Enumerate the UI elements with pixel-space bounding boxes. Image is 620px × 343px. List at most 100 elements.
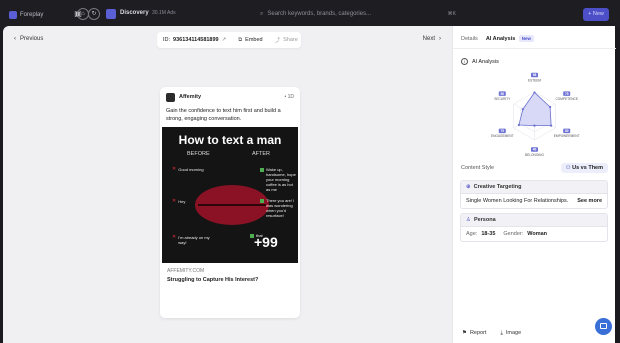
chevron-left-icon: ‹ (14, 36, 16, 42)
creative-targeting-value: Single Women Looking For Relationships. (466, 198, 569, 204)
search-shortcut: ⌘K (447, 11, 456, 17)
chat-icon (600, 323, 607, 329)
radar-axis-label: BELONGING (525, 153, 544, 157)
share-button[interactable]: Share (283, 37, 298, 43)
search-bar[interactable]: ⌕ Search keywords, brands, categories...… (255, 8, 461, 20)
persona-card: ♙ Persona Age: 18-35 Gender: Woman (460, 213, 608, 242)
creative-targeting-header: ⊕ Creative Targeting (461, 181, 607, 194)
radar-point (533, 91, 536, 94)
after-item-text: Wake up, handsome, hope your morning cof… (266, 167, 296, 192)
radar-axis-label: ESTEEM (528, 78, 541, 82)
after-item: There you are! I was wondering when you'… (260, 198, 296, 218)
ai-analysis-heading: i AI Analysis (461, 58, 499, 65)
radar-value-label: 75 (565, 92, 569, 96)
previous-button[interactable]: ‹ Previous (14, 36, 43, 42)
after-item-text: There you are! I was wondering when you'… (266, 198, 295, 218)
ad-domain: AFFEMITY.COM (167, 268, 205, 274)
before-item-text: Hey (178, 199, 186, 204)
ad-creative-image[interactable]: How to text a man BEFORE AFTER ✕ Good mo… (162, 127, 298, 263)
content-style-value: Us vs Them (572, 165, 603, 171)
embed-button[interactable]: Embed (245, 37, 262, 43)
advertiser-avatar (166, 92, 175, 102)
radar-value-label: 40 (533, 148, 537, 152)
radar-value-label: 56 (501, 92, 505, 96)
gender-label: Gender: (503, 231, 524, 237)
tab-ai-label: AI Analysis (485, 36, 516, 42)
age-value: 18-35 (481, 231, 496, 237)
before-item-text: Good morning (178, 167, 204, 172)
search-icon: ⌕ (260, 10, 264, 17)
new-badge: New (518, 35, 535, 42)
breadcrumb-title[interactable]: Discovery (120, 10, 149, 16)
before-item: ✕ Good morning (172, 167, 212, 173)
panel-footer: ⚑ Report ⤓ Image (453, 323, 616, 343)
ad-header: Affemity • 1D (166, 92, 294, 102)
next-label: Next (422, 36, 435, 42)
radar-point (521, 108, 524, 111)
persona-body: Age: 18-35 Gender: Woman (461, 227, 607, 241)
ad-headline: Struggling to Capture His Interest? (167, 277, 259, 283)
content-style-label: Content Style (461, 165, 495, 171)
radar-axis-label: EMPOWERMENT (554, 134, 580, 138)
id-label: ID: (163, 37, 171, 43)
analysis-panel: Details AI Analysis New i AI Analysis 98… (452, 26, 616, 343)
download-image-button[interactable]: ⤓ Image (500, 330, 521, 337)
more-images-count[interactable]: +99 (254, 234, 278, 250)
ad-card[interactable]: Affemity • 1D Gain the confidence to tex… (160, 87, 300, 318)
breadcrumb-count: 30.1M Ads (152, 10, 176, 16)
content-style-row: Content Style ⚇ Us vs Them (461, 162, 608, 174)
radar-point (517, 123, 521, 127)
radar-point (548, 105, 552, 109)
radar-point (550, 124, 553, 127)
chat-button[interactable] (595, 318, 612, 335)
check-icon (260, 167, 264, 172)
previous-label: Previous (20, 36, 44, 42)
see-more-button[interactable]: See more (577, 198, 602, 204)
before-item: ✕ Hey (172, 198, 212, 205)
next-button[interactable]: Next › (423, 36, 441, 42)
ad-viewer: ‹ Previous ID: 936134114581899 ↗ ⧉ Embed… (3, 26, 452, 343)
report-button[interactable]: ⚑ Report (462, 330, 486, 336)
radar-value-label: 80 (565, 129, 569, 133)
cross-icon: ✕ (172, 198, 177, 204)
radar-axis-label: COMPETENCE (555, 97, 578, 101)
chevron-right-icon: › (439, 36, 441, 42)
panel-tabs: Details AI Analysis New (461, 35, 535, 42)
tab-details[interactable]: Details (461, 36, 478, 42)
content-style-chip: ⚇ Us vs Them (560, 163, 608, 173)
new-button[interactable]: + New (583, 8, 609, 21)
radar-axis-label: SECURITY (494, 97, 511, 101)
ai-analysis-title: AI Analysis (472, 58, 499, 65)
brand-name: Foreplay (20, 12, 44, 18)
share-icon: ⤴ (274, 38, 281, 44)
embed-icon: ⧉ (238, 36, 243, 43)
persona-title: Persona (473, 217, 496, 223)
target-icon: ⊕ (466, 184, 471, 190)
ad-id-bar: ID: 936134114581899 ↗ ⧉ Embed ⤴ Share (157, 32, 301, 48)
creative-before-label: BEFORE (187, 151, 210, 157)
cross-icon: ✕ (172, 234, 177, 240)
refresh-icon[interactable]: ↻ (88, 8, 100, 20)
advertiser-name[interactable]: Affemity (179, 94, 280, 100)
tab-ai-analysis[interactable]: AI Analysis New (485, 35, 535, 42)
lips-illustration-line (198, 204, 266, 206)
persona-header: ♙ Persona (461, 214, 607, 227)
before-item-text: I'm already on my way! (178, 235, 210, 245)
image-label: Image (505, 330, 522, 336)
radar-axis-label: ENGAGEMENT (491, 134, 514, 138)
search-input[interactable]: Search keywords, brands, categories... (267, 11, 443, 17)
creative-targeting-title: Creative Targeting (473, 184, 522, 190)
discovery-icon (106, 9, 116, 19)
external-link-icon[interactable]: ↗ (222, 37, 227, 43)
before-item: ✕ I'm already on my way! (172, 234, 212, 246)
creative-title: How to text a man (178, 133, 282, 147)
radar-point (533, 124, 536, 127)
info-icon[interactable]: i (461, 58, 468, 65)
creative-targeting-body: Single Women Looking For Relationships. … (461, 194, 607, 208)
creative-targeting-card: ⊕ Creative Targeting Single Women Lookin… (460, 180, 608, 209)
top-bar: Foreplay ▣ ⌂ ↻ Discovery 30.1M Ads ⌕ Sea… (0, 0, 620, 28)
person-icon: ♙ (466, 217, 471, 223)
ad-age: • 1D (284, 94, 294, 100)
brand[interactable]: Foreplay (9, 11, 43, 19)
brand-logo-icon (9, 11, 17, 19)
